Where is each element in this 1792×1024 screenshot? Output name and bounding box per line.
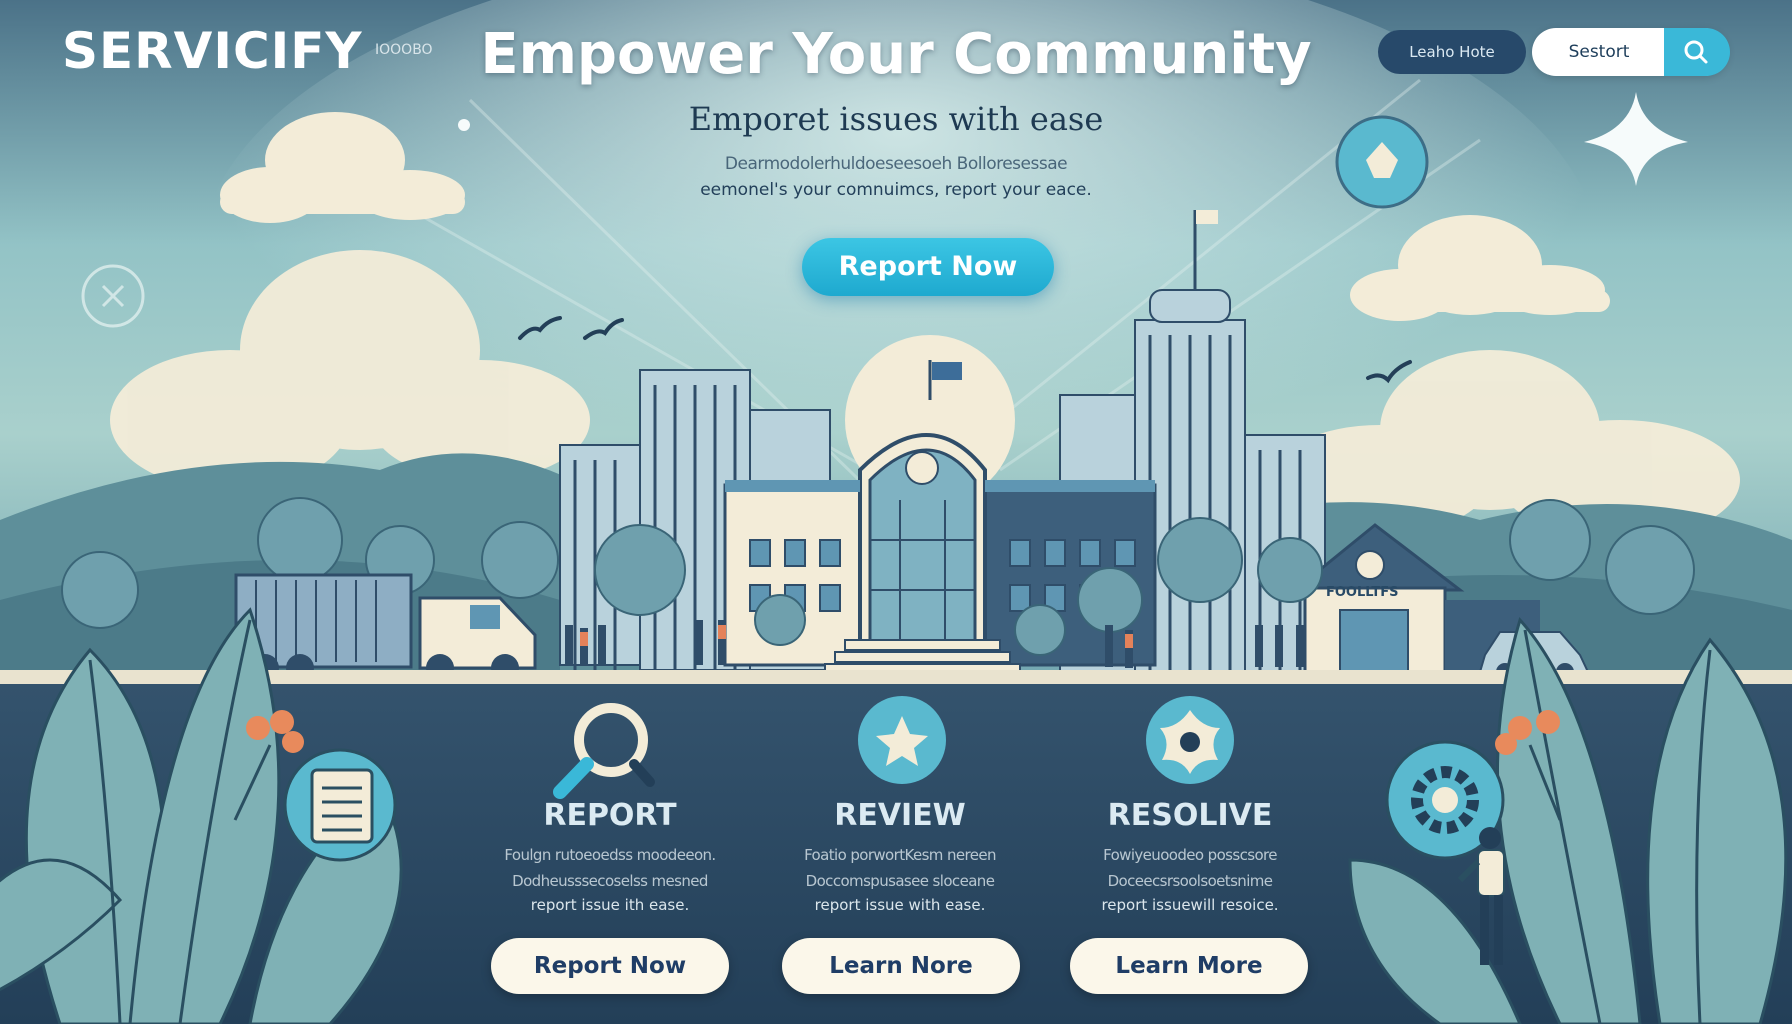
flower-resolve-icon	[1146, 696, 1234, 784]
step-desc-review-1: Foatio porwortKesm nereen	[804, 846, 996, 864]
step-desc-review-3: report issue with ease.	[814, 896, 986, 914]
step-title-review: REVIEW	[834, 798, 966, 833]
hero-description-line2: eemonel's your comnuimcs, report your ea…	[700, 180, 1092, 200]
step-desc-resolve-3: report issuewill resoice.	[1101, 896, 1279, 914]
step-desc-report-2: Dodheusssecoselss mesned	[512, 872, 708, 890]
report-now-hero-button[interactable]: Report Now	[802, 238, 1054, 296]
hero-description-line1: Dearmodolerhuldoeseesoeh Bolloresessae	[724, 154, 1068, 174]
hero-title: Empower Your Community	[480, 22, 1312, 87]
checklist-icon	[283, 748, 397, 862]
step-title-report: REPORT	[543, 798, 677, 833]
step-title-resolve: RESOLIVE	[1107, 798, 1273, 833]
report-now-button[interactable]: Report Now	[491, 938, 729, 994]
star-badge-icon	[858, 696, 946, 784]
learn-more-review-button[interactable]: Learn Nore	[782, 938, 1020, 994]
step-desc-resolve-1: Fowiyeuoodeo posscsore	[1103, 846, 1277, 864]
step-desc-resolve-2: Doceecsrsoolsoetsnime	[1107, 872, 1273, 890]
learn-more-resolve-button[interactable]: Learn More	[1070, 938, 1308, 994]
hero-subtitle: Emporet issues with ease	[688, 100, 1104, 138]
step-desc-report-1: Foulgn rutoeoedss moodeeon.	[504, 846, 716, 864]
facilities-sign: FOOLLTFS	[1326, 585, 1399, 600]
step-desc-review-2: Doccomspusasee sloceane	[805, 872, 995, 890]
step-desc-report-3: report issue ith ease.	[530, 896, 690, 914]
